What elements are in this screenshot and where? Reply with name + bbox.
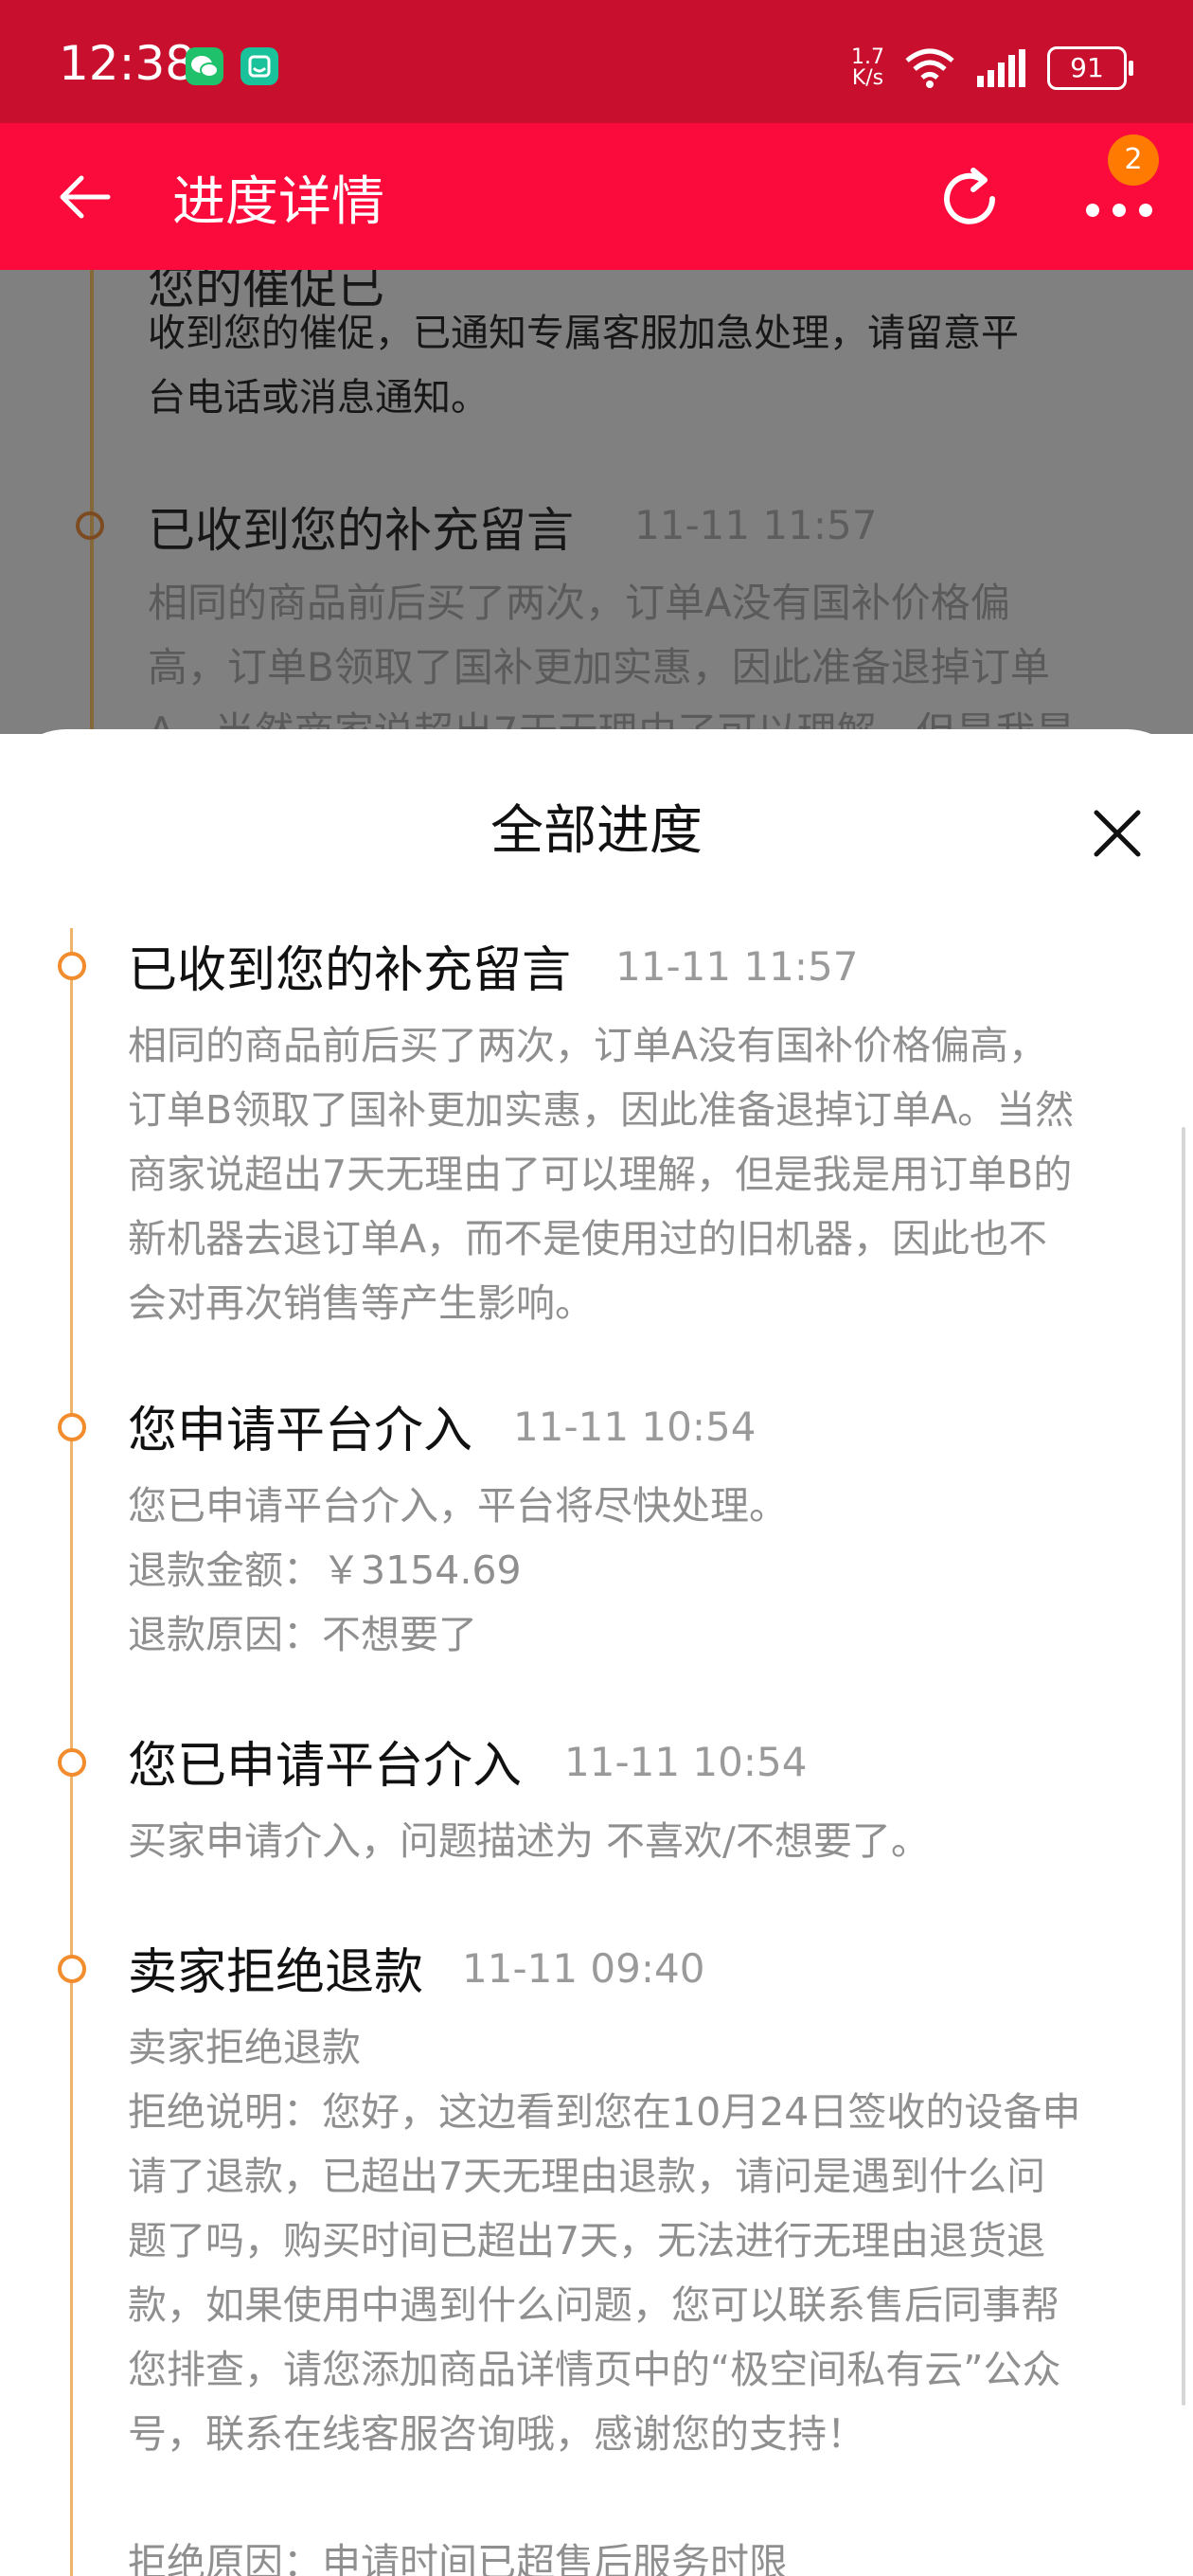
entry-time: 11-11 10:54 (513, 1404, 757, 1450)
entry-heading: 已收到您的补充留言 (128, 942, 572, 999)
entry-time: 11-11 11:57 (615, 943, 859, 990)
entry-line: 号，联系在线客服咨询哦，感谢您的支持！ (128, 2411, 865, 2457)
entry-line: 款，如果使用中遇到什么问题，您可以联系售后同事帮 (128, 2282, 1059, 2328)
entry-body: 您已申请平台介入，平台将尽快处理。 退款金额：￥3154.69 退款原因：不想要… (128, 1474, 1141, 1667)
timeline-dot (58, 1955, 86, 1983)
entry-line (128, 2466, 1141, 2531)
network-speed-value: 1.7 (851, 45, 884, 69)
entry-line: 退款原因：不想要了 (128, 1612, 477, 1657)
entry-line: 新机器去退订单A，而不是使用过的旧机器，因此也不 (128, 1216, 1048, 1261)
network-speed: 1.7 K/s (851, 47, 884, 89)
notification-badge: 2 (1108, 134, 1159, 186)
background-entry-time: 11-11 11:57 (634, 502, 878, 548)
background-progress-list: 您的催促已 收到您的催促，已通知专属客服加急处理，请留意平 台电话或消息通知。 … (0, 270, 1193, 734)
sheet-title: 全部进度 (490, 800, 703, 862)
entry-line: 题了吗，购买时间已超出7天，无法进行无理由退货退 (128, 2218, 1046, 2263)
status-bar: 12:38 1.7 K/s 91 (0, 0, 1193, 123)
entry-line: 会对再次销售等产生影响。 (128, 1280, 594, 1326)
network-speed-unit: K/s (851, 66, 884, 90)
entry-line: 拒绝说明：您好，这边看到您在10月24日签收的设备申 (128, 2089, 1081, 2135)
entry-line: 商家说超出7天无理由了可以理解，但是我是用订单B的 (128, 1152, 1073, 1197)
close-icon[interactable] (1091, 807, 1144, 860)
wifi-icon (905, 48, 954, 88)
more-options-icon[interactable] (1081, 176, 1157, 224)
background-timeline-dot (76, 511, 104, 540)
background-entry-line: 相同的商品前后买了两次，订单A没有国补价格偏 (148, 580, 1010, 626)
page-title: 进度详情 (172, 171, 384, 233)
entry-line: 您已申请平台介入，平台将尽快处理。 (128, 1483, 788, 1529)
entry-body: 卖家拒绝退款 拒绝说明：您好，这边看到您在10月24日签收的设备申 请了退款，已… (128, 2015, 1141, 2576)
timeline-dot (58, 952, 86, 980)
entry-body: 买家申请介入，问题描述为 不喜欢/不想要了。 (128, 1809, 1141, 1873)
entry-body: 相同的商品前后买了两次，订单A没有国补价格偏高， 订单B领取了国补更加实惠，因此… (128, 1013, 1141, 1335)
entry-line: 相同的商品前后买了两次，订单A没有国补价格偏高， (128, 1023, 1048, 1068)
timeline-dot (58, 1413, 86, 1441)
app-bar: 进度详情 (0, 123, 1193, 270)
entry-line: 卖家拒绝退款 (128, 2025, 361, 2070)
wechat-icon (186, 47, 223, 85)
status-time: 12:38 (59, 36, 196, 91)
signal-icon (977, 49, 1025, 87)
background-text-line: 台电话或消息通知。 (148, 376, 489, 420)
entry-line: 订单B领取了国补更加实惠，因此准备退掉订单A。当然 (128, 1087, 1075, 1133)
all-progress-sheet[interactable]: 全部进度 已收到您的补充留言 11-11 11:57 相同的商品前后买了两次，订… (0, 729, 1193, 2576)
entry-line: 您排查，请您添加商品详情页中的“极空间私有云”公众 (128, 2347, 1061, 2392)
background-entry-heading: 已收到您的补充留言 (148, 503, 574, 558)
background-text-line: 收到您的催促，已通知专属客服加急处理，请留意平 (148, 312, 1019, 355)
refresh-icon[interactable] (935, 165, 1004, 233)
entry-heading: 您申请平台介入 (128, 1403, 473, 1459)
entry-heading: 您已申请平台介入 (128, 1738, 523, 1795)
scrollbar[interactable] (1182, 1127, 1185, 2406)
mi-home-icon (240, 47, 278, 85)
background-entry-line: 高，订单B领取了国补更加实惠，因此准备退掉订单 (148, 644, 1050, 690)
status-indicators: 1.7 K/s 91 (851, 40, 1133, 97)
battery-indicator: 91 (1047, 46, 1133, 90)
entry-line: 买家申请介入，问题描述为 不喜欢/不想要了。 (128, 1818, 930, 1864)
background-timeline-line (90, 270, 94, 734)
back-arrow-icon[interactable] (55, 167, 116, 227)
entry-line: 拒绝原因：申请时间已超售后服务时限 (128, 2540, 788, 2576)
entry-line: 请了退款，已超出7天无理由退款，请问是遇到什么问 (128, 2154, 1046, 2199)
entry-line: 退款金额：￥3154.69 (128, 1547, 522, 1593)
entry-heading: 卖家拒绝退款 (128, 1944, 424, 2001)
entry-time: 11-11 10:54 (564, 1739, 808, 1785)
entry-time: 11-11 09:40 (462, 1945, 705, 1992)
timeline-dot (58, 1748, 86, 1777)
